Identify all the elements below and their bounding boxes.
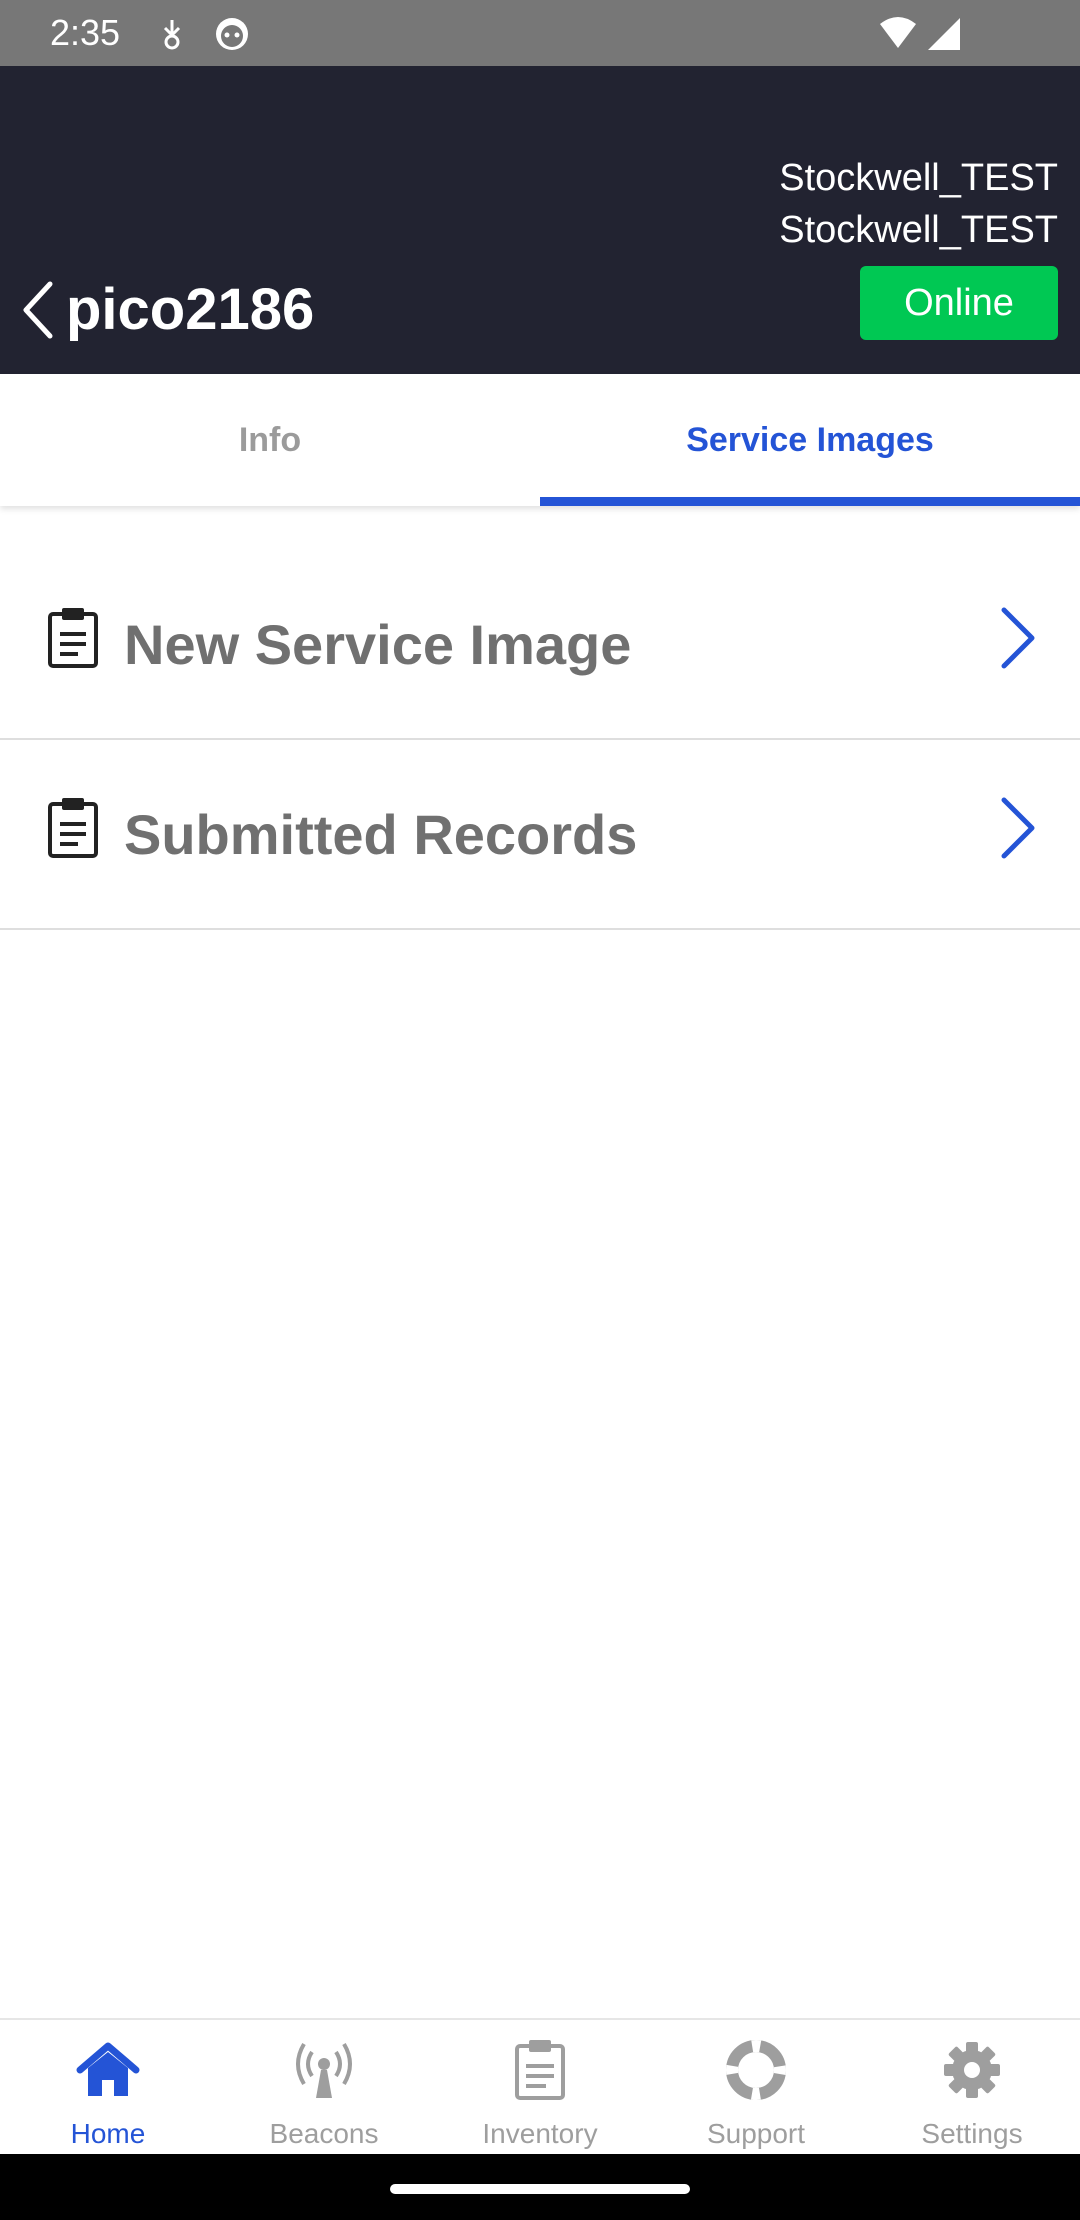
- download-indicator-icon: [163, 20, 181, 50]
- list-item-label: Submitted Records: [124, 803, 638, 866]
- organization-subname: Stockwell_TEST: [779, 209, 1058, 251]
- submitted-records-item[interactable]: Submitted Records: [0, 740, 1080, 930]
- nav-label: Home: [70, 2118, 146, 2149]
- home-gesture-handle[interactable]: [390, 2184, 690, 2194]
- nav-label: Support: [706, 2118, 806, 2149]
- cell-signal-icon: [928, 18, 960, 50]
- chevron-right-icon: [1001, 797, 1035, 859]
- system-gesture-bar: [0, 2154, 1080, 2220]
- status-badge: Online: [860, 266, 1058, 340]
- wifi-icon: [880, 17, 916, 48]
- nav-label: Settings: [921, 2118, 1023, 2149]
- lifebuoy-icon: [726, 2040, 786, 2100]
- chevron-right-icon: [1001, 607, 1035, 669]
- status-time: 2:35: [50, 12, 121, 53]
- clipboard-icon: [515, 2040, 565, 2100]
- device-title: pico2186: [66, 277, 315, 342]
- list-item-label: New Service Image: [124, 613, 632, 676]
- clipboard-icon: [48, 798, 98, 858]
- home-icon: [76, 2042, 140, 2096]
- nav-inventory[interactable]: Inventory: [432, 2020, 648, 2156]
- tab-bar: Info Service Images: [0, 374, 1080, 506]
- nav-beacons[interactable]: Beacons: [216, 2020, 432, 2156]
- active-tab-indicator: [540, 497, 1080, 506]
- tab-info[interactable]: Info: [0, 374, 540, 506]
- app-header: Stockwell_TEST Stockwell_TEST pico2186 O…: [0, 66, 1080, 374]
- tab-service-images[interactable]: Service Images: [540, 374, 1080, 506]
- bottom-navigation: Home Beacons Inventory Support Settings: [0, 2018, 1080, 2154]
- nav-home[interactable]: Home: [0, 2020, 216, 2156]
- organization-name: Stockwell_TEST: [779, 157, 1058, 199]
- broadcast-icon: [296, 2042, 352, 2098]
- back-chevron-icon[interactable]: [16, 278, 60, 342]
- nav-support[interactable]: Support: [648, 2020, 864, 2156]
- new-service-image-item[interactable]: New Service Image: [0, 550, 1080, 740]
- cat-face-icon: [216, 18, 248, 50]
- nav-label: Inventory: [482, 2118, 598, 2149]
- status-bar: 2:35: [0, 0, 1080, 66]
- clipboard-icon: [48, 608, 98, 668]
- gear-icon: [944, 2042, 1000, 2098]
- nav-settings[interactable]: Settings: [864, 2020, 1080, 2156]
- nav-label: Beacons: [269, 2118, 379, 2149]
